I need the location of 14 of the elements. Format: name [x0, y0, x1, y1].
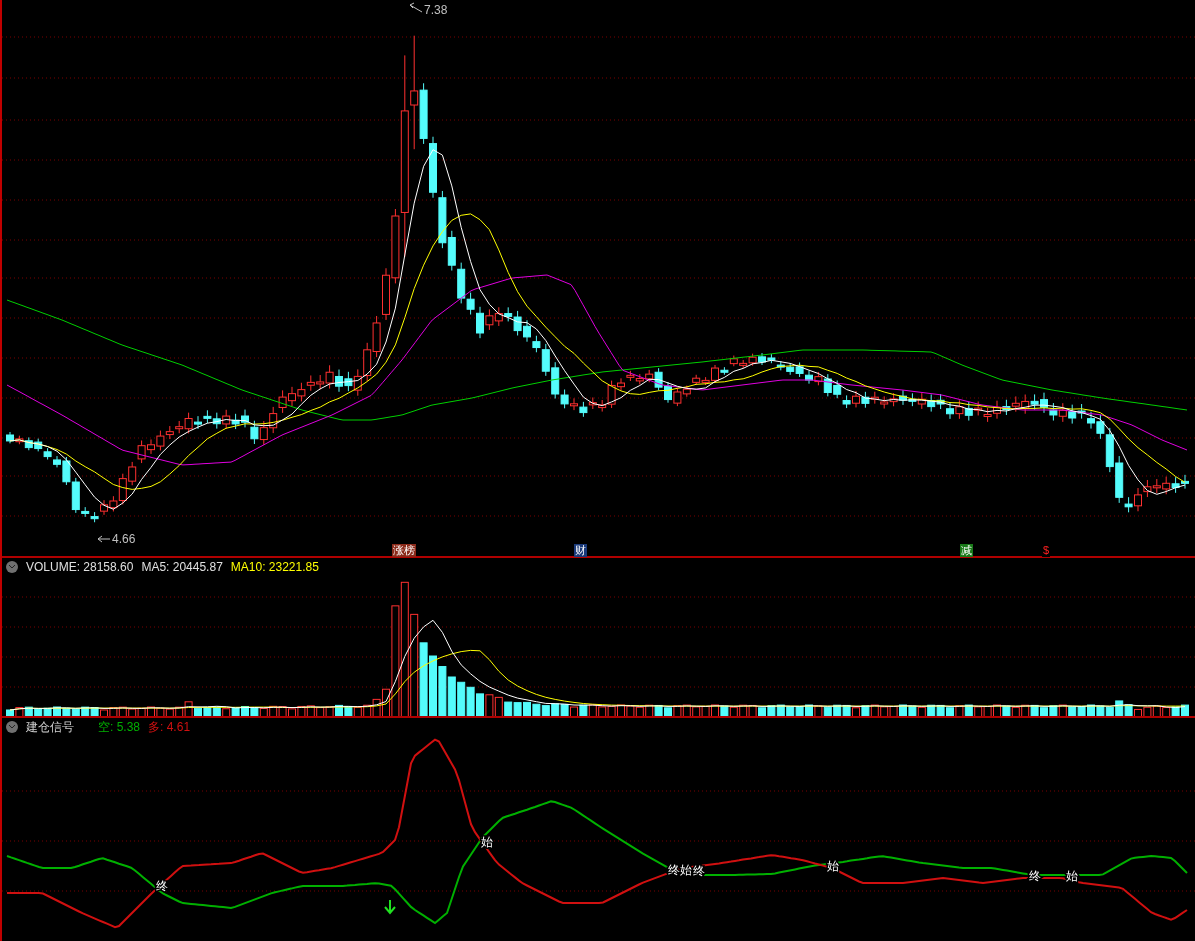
event-marker[interactable]: 涨榜 [392, 544, 416, 557]
event-marker[interactable]: 减 [960, 544, 973, 557]
event-marker[interactable]: 财 [574, 544, 587, 557]
indicator-reading: 空: 5.38 [98, 719, 141, 736]
volume-reading: VOLUME: 28158.60 [26, 559, 134, 576]
high-price-label: 7.38 [424, 3, 448, 17]
indicator-reading: 多: 4.61 [148, 719, 191, 736]
indicator-title: 建仓信号 [26, 719, 74, 736]
volume-reading: MA10: 23221.85 [230, 559, 319, 576]
event-marker[interactable]: $ [1042, 544, 1051, 557]
signal-label: 终 [1029, 869, 1041, 883]
signal-label: 始 [481, 835, 493, 849]
volume-reading: MA5: 20445.87 [141, 559, 223, 576]
low-price-label: 4.66 [112, 532, 136, 546]
